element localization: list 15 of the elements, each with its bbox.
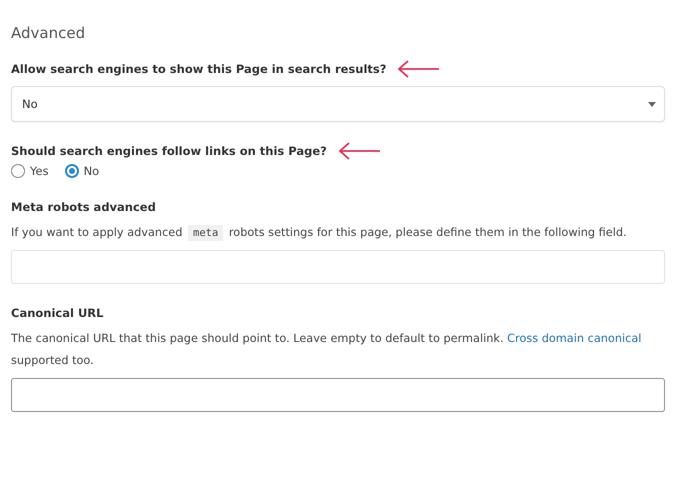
caret-icon <box>648 102 656 106</box>
section-title: Advanced <box>11 24 86 42</box>
radio-button[interactable] <box>64 164 79 178</box>
help-link[interactable]: Cross domain canonical <box>507 332 642 345</box>
field-label: Allow search engines to show this Page in search results? <box>11 62 386 76</box>
field-label: Meta robots advanced <box>11 200 156 214</box>
dropdown[interactable]: No <box>11 86 665 122</box>
field-label: Should search engines follow links on this Page? <box>11 144 327 158</box>
radio-option[interactable]: Yes <box>11 164 49 178</box>
field-description: The canonical URL that this page should point to. Leave empty to default to permalink. Cross domain canonical supported too. <box>11 331 642 369</box>
radio-button[interactable] <box>11 164 25 178</box>
text-field[interactable] <box>11 378 665 412</box>
radio-option[interactable]: No <box>64 164 100 178</box>
field-description: If you want to apply advanced meta robots settings for this page, please define them in the following field. <box>11 224 628 243</box>
field-label: Canonical URL <box>11 306 104 320</box>
